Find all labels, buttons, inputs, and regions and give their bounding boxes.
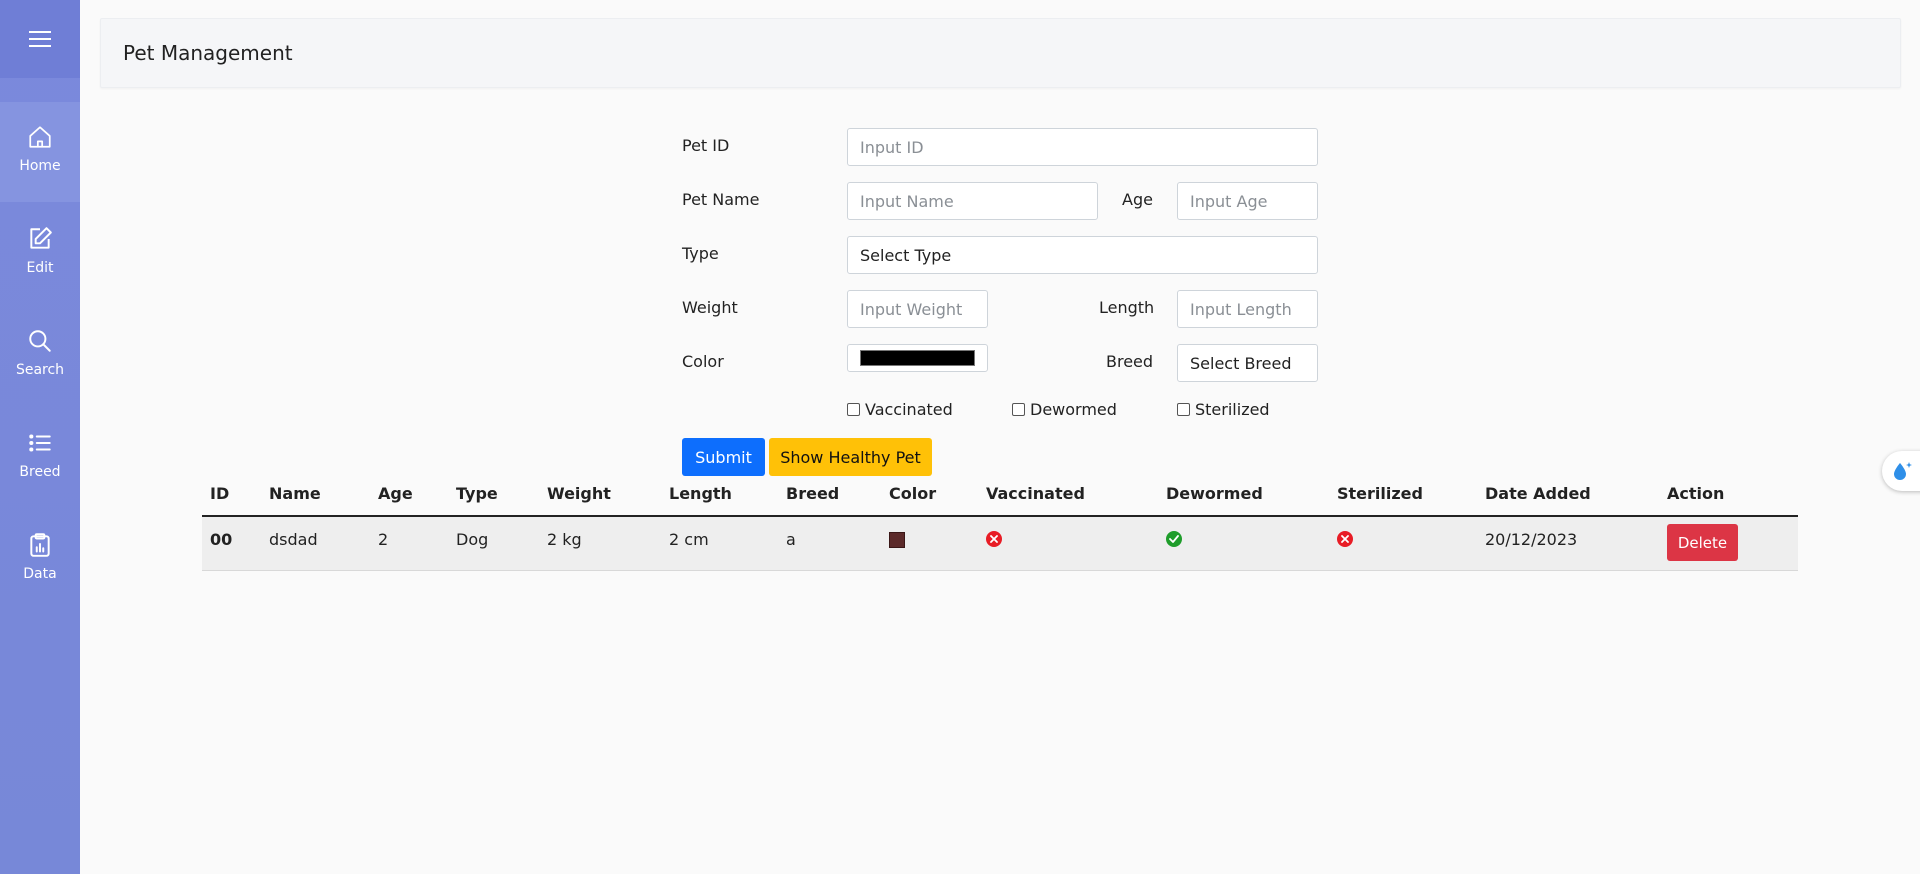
pet-name-input[interactable] xyxy=(860,183,1085,219)
dewormed-checkbox-box[interactable] xyxy=(1012,403,1025,416)
menu-toggle-button[interactable] xyxy=(0,0,80,78)
table-row: 00 dsdad 2 Dog 2 kg 2 cm a 20/12/2023 De… xyxy=(202,517,1798,571)
delete-button[interactable]: Delete xyxy=(1667,524,1738,561)
breed-select-value: Select Breed xyxy=(1190,353,1292,373)
weight-input[interactable] xyxy=(860,291,975,327)
sidebar-item-label: Search xyxy=(15,362,65,378)
water-drop-icon xyxy=(1894,462,1912,480)
column-header-sterilized: Sterilized xyxy=(1337,484,1423,503)
sterilized-checkbox-box[interactable] xyxy=(1177,403,1190,416)
dewormed-checkbox-label: Dewormed xyxy=(1030,400,1117,419)
column-header-type: Type xyxy=(456,484,498,503)
cell-id: 00 xyxy=(210,530,233,549)
breed-label: Breed xyxy=(1106,352,1154,371)
sidebar-item-label: Data xyxy=(23,566,57,582)
cell-weight: 2 kg xyxy=(547,530,582,549)
type-select-value: Select Type xyxy=(860,245,952,265)
age-input[interactable] xyxy=(1190,183,1305,219)
age-label: Age xyxy=(1122,190,1153,209)
column-header-age: Age xyxy=(378,484,413,503)
edit-icon xyxy=(30,227,52,249)
pet-id-input[interactable] xyxy=(860,129,1305,165)
sidebar: Home Edit Search Breed Data xyxy=(0,0,80,874)
clipboard-data-icon xyxy=(30,533,50,557)
sidebar-item-home[interactable]: Home xyxy=(0,102,80,202)
pet-id-field[interactable] xyxy=(847,128,1318,166)
vaccinated-checkbox[interactable]: Vaccinated xyxy=(847,400,953,419)
column-header-date-added: Date Added xyxy=(1485,484,1591,503)
sidebar-item-edit[interactable]: Edit xyxy=(0,204,80,304)
length-input[interactable] xyxy=(1190,291,1305,327)
sidebar-item-breed[interactable]: Breed xyxy=(0,408,80,508)
column-header-name: Name xyxy=(269,484,321,503)
column-header-dewormed: Dewormed xyxy=(1166,484,1263,503)
dewormed-checkbox[interactable]: Dewormed xyxy=(1012,400,1117,419)
type-select[interactable]: Select Type xyxy=(847,236,1318,274)
column-header-color: Color xyxy=(889,484,937,503)
sidebar-item-label: Home xyxy=(19,158,61,174)
vaccinated-checkbox-label: Vaccinated xyxy=(865,400,953,419)
cell-age: 2 xyxy=(378,530,389,549)
table-header: ID Name Age Type Weight Length Breed Col… xyxy=(202,472,1798,517)
home-icon xyxy=(29,126,51,148)
cell-name: dsdad xyxy=(269,530,318,549)
color-picker[interactable] xyxy=(847,344,988,372)
cell-color-swatch xyxy=(889,532,905,548)
pets-table: ID Name Age Type Weight Length Breed Col… xyxy=(202,472,1798,571)
sterilized-checkbox-label: Sterilized xyxy=(1195,400,1270,419)
length-field[interactable] xyxy=(1177,290,1318,328)
hamburger-icon xyxy=(29,31,51,47)
age-field[interactable] xyxy=(1177,182,1318,220)
pet-name-field[interactable] xyxy=(847,182,1098,220)
pet-id-label: Pet ID xyxy=(682,136,730,155)
column-header-breed: Breed xyxy=(786,484,840,503)
column-header-length: Length xyxy=(669,484,732,503)
sterilized-checkbox[interactable]: Sterilized xyxy=(1177,400,1270,419)
color-picker-swatch xyxy=(860,350,975,366)
column-header-vaccinated: Vaccinated xyxy=(986,484,1085,503)
sidebar-item-data[interactable]: Data xyxy=(0,510,80,610)
vaccinated-checkbox-box[interactable] xyxy=(847,403,860,416)
show-healthy-pet-button[interactable]: Show Healthy Pet xyxy=(769,438,932,476)
weight-label: Weight xyxy=(682,298,738,317)
sidebar-item-label: Edit xyxy=(26,260,54,276)
page-title: Pet Management xyxy=(123,41,293,65)
list-icon xyxy=(29,434,51,452)
cell-type: Dog xyxy=(456,530,489,549)
dewormed-check-icon xyxy=(1166,531,1182,547)
vaccinated-x-icon xyxy=(986,531,1002,547)
color-label: Color xyxy=(682,352,724,371)
type-label: Type xyxy=(682,244,719,263)
cell-date-added: 20/12/2023 xyxy=(1485,530,1578,549)
search-icon xyxy=(29,330,51,352)
column-header-weight: Weight xyxy=(547,484,611,503)
pet-name-label: Pet Name xyxy=(682,190,760,209)
sidebar-item-search[interactable]: Search xyxy=(0,306,80,406)
submit-button[interactable]: Submit xyxy=(682,438,765,476)
floating-assistant-button[interactable] xyxy=(1882,451,1920,491)
length-label: Length xyxy=(1099,298,1155,317)
sidebar-item-label: Breed xyxy=(19,464,61,480)
breed-select[interactable]: Select Breed xyxy=(1177,344,1318,382)
page-header: Pet Management xyxy=(100,18,1901,88)
cell-breed: a xyxy=(786,530,796,549)
column-header-id: ID xyxy=(210,484,230,503)
column-header-action: Action xyxy=(1667,484,1725,503)
cell-length: 2 cm xyxy=(669,530,709,549)
weight-field[interactable] xyxy=(847,290,988,328)
sterilized-x-icon xyxy=(1337,531,1353,547)
